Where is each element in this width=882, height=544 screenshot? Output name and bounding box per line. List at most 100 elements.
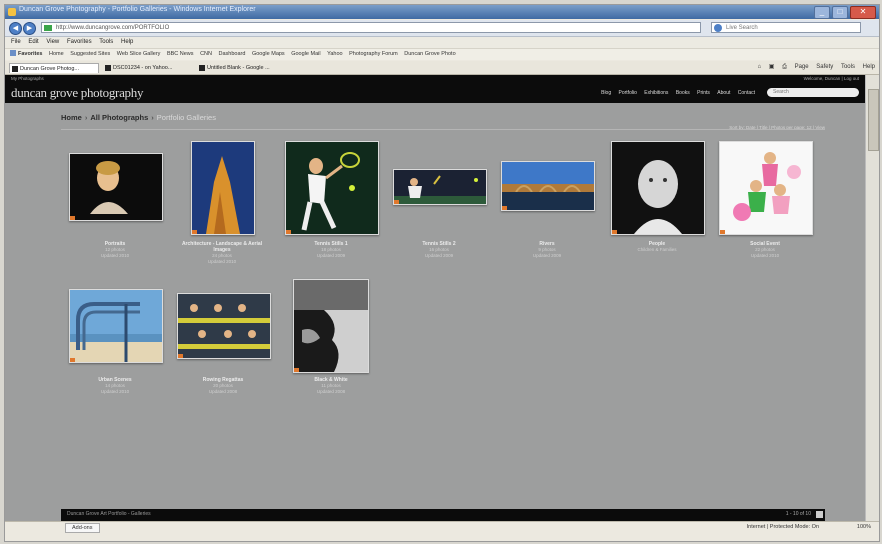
star-icon [10,50,16,56]
site-nav: Blog Portfolio Exhibitions Books Prints … [595,90,755,96]
fav-link[interactable]: Yahoo [327,49,343,60]
gallery-thumb-social[interactable] [719,141,813,235]
status-bar: Add-ons Internet | Protected Mode: On 10… [5,521,879,533]
breadcrumb-home[interactable]: Home [61,113,82,122]
menu-bar: File Edit View Favorites Tools Help [5,37,879,48]
search-engine-icon [714,24,722,32]
fav-link[interactable]: Home [49,49,64,60]
gallery-thumb-tennis-2[interactable] [393,169,487,205]
address-input[interactable]: http://www.duncangrove.com/PORTFOLIO [41,22,701,33]
fav-link[interactable]: CNN [200,49,212,60]
page-footer-bar: Duncan Grove Art Portfolio - Galleries 1… [61,509,825,521]
fav-link[interactable]: Favorites [10,49,42,60]
home-icon[interactable]: ⌂ [757,64,761,70]
vertical-scrollbar[interactable] [865,75,879,531]
gallery-thumb-blackwhite[interactable] [293,279,369,373]
tab[interactable]: Untitled Blank - Google ... [197,63,287,73]
fav-link[interactable]: Web Slice Gallery [117,49,161,60]
gallery-caption: Black & White 11 photos Updated 2008 [285,377,377,395]
tab[interactable]: DSC01234 - on Yahoo... [103,63,193,73]
fav-link[interactable]: Dashboard [219,49,246,60]
menu-file[interactable]: File [11,37,21,48]
forward-button[interactable]: ▶ [23,22,36,35]
fav-link[interactable]: Suggested Sites [70,49,110,60]
safety-menu[interactable]: Safety [816,64,833,70]
site-top-right[interactable]: Welcome, Duncan | Log out [804,76,859,81]
close-button[interactable]: ✕ [850,6,876,19]
site-search-input[interactable]: Search [767,88,859,97]
zone-status: Internet | Protected Mode: On [746,524,819,530]
browser-search-input[interactable]: Live Search [711,22,861,33]
gallery-thumb-rivers[interactable] [501,161,595,211]
command-bar: ⌂ ▣ ⎙ Page Safety Tools Help [751,63,875,71]
gallery-thumb-rowing[interactable] [177,293,271,359]
gallery-thumb-portraits[interactable] [69,153,163,221]
back-button[interactable]: ◀ [9,22,22,35]
tools-menu[interactable]: Tools [841,64,855,70]
nav-prints[interactable]: Prints [697,90,710,96]
next-page-button[interactable] [816,511,823,518]
menu-favorites[interactable]: Favorites [67,37,92,48]
divider [61,129,825,130]
breadcrumb-current: Portfolio Galleries [156,113,216,122]
tab-favicon [12,66,18,72]
pagination-info: 1 - 10 of 10 [785,511,811,517]
tab-favicon [105,65,111,71]
browser-window: Duncan Grove Photography - Portfolio Gal… [4,4,880,542]
tab-strip: Duncan Grove Photog... DSC01234 - on Yah… [5,61,879,75]
fav-link[interactable]: Google Mail [291,49,320,60]
gallery-caption: Tennis Stills 1 18 photos Updated 2009 [285,241,377,259]
gallery-caption: Architecture - Landscape & Aerial Images… [177,241,267,265]
help-menu[interactable]: Help [863,64,875,70]
nav-about[interactable]: About [717,90,730,96]
site-top-left[interactable]: My Photographs [11,76,44,81]
browser-search-placeholder: Live Search [726,25,758,31]
print-icon[interactable]: ⎙ [782,64,787,70]
addons-button[interactable]: Add-ons [65,523,100,533]
nav-exhibitions[interactable]: Exhibitions [644,90,668,96]
footer-title: Duncan Grove Art Portfolio - Galleries [67,511,151,517]
tab-favicon [199,65,205,71]
fav-link[interactable]: Photography Forum [349,49,398,60]
gallery-caption: People Children & Families [611,241,703,253]
fav-link[interactable]: Google Maps [252,49,285,60]
menu-view[interactable]: View [46,37,59,48]
gallery-caption: Social Event 22 photos Updated 2010 [719,241,811,259]
site-header: My Photographs Welcome, Duncan | Log out… [5,75,865,103]
gallery-caption: Tennis Stills 2 16 photos Updated 2009 [393,241,485,259]
gallery-thumb-people[interactable] [611,141,705,235]
menu-help[interactable]: Help [121,37,133,48]
gallery-caption: Rowing Regattas 20 photos Updated 2008 [177,377,269,395]
scroll-thumb[interactable] [868,89,879,151]
maximize-button[interactable]: □ [832,6,848,19]
gallery-thumb-urban[interactable] [69,289,163,363]
zoom-level[interactable]: 100% [857,524,871,530]
gallery-caption: Portraits 12 photos Updated 2010 [69,241,161,259]
breadcrumb: Home › All Photographs › Portfolio Galleries [61,113,216,122]
menu-edit[interactable]: Edit [28,37,38,48]
window-title: Duncan Grove Photography - Portfolio Gal… [19,6,256,13]
nav-blog[interactable]: Blog [601,90,611,96]
gallery-thumb-tennis-1[interactable] [285,141,379,235]
nav-books[interactable]: Books [676,90,690,96]
menu-tools[interactable]: Tools [99,37,113,48]
page-menu[interactable]: Page [795,64,809,70]
gallery-thumb-architecture[interactable] [191,141,255,235]
favorites-bar: Favorites Home Suggested Sites Web Slice… [5,48,879,60]
gallery-caption: Urban Scenes 14 photos Updated 2010 [69,377,161,395]
window-titlebar: Duncan Grove Photography - Portfolio Gal… [5,5,879,19]
minimize-button[interactable]: _ [814,6,830,19]
gallery-title[interactable]: Architecture - Landscape & Aerial Images [177,241,267,253]
breadcrumb-all[interactable]: All Photographs [90,113,148,122]
nav-contact[interactable]: Contact [738,90,755,96]
site-logo[interactable]: duncan grove photography [11,85,143,101]
address-text: http://www.duncangrove.com/PORTFOLIO [56,25,170,31]
web-page: My Photographs Welcome, Duncan | Log out… [5,75,865,531]
address-bar-row: ◀ ▶ http://www.duncangrove.com/PORTFOLIO… [5,20,879,37]
fav-link[interactable]: Duncan Grove Photo [404,49,455,60]
nav-portfolio[interactable]: Portfolio [619,90,637,96]
tab-active[interactable]: Duncan Grove Photog... [9,63,99,73]
site-icon [44,25,52,31]
feeds-icon[interactable]: ▣ [769,64,775,70]
fav-link[interactable]: BBC News [167,49,194,60]
